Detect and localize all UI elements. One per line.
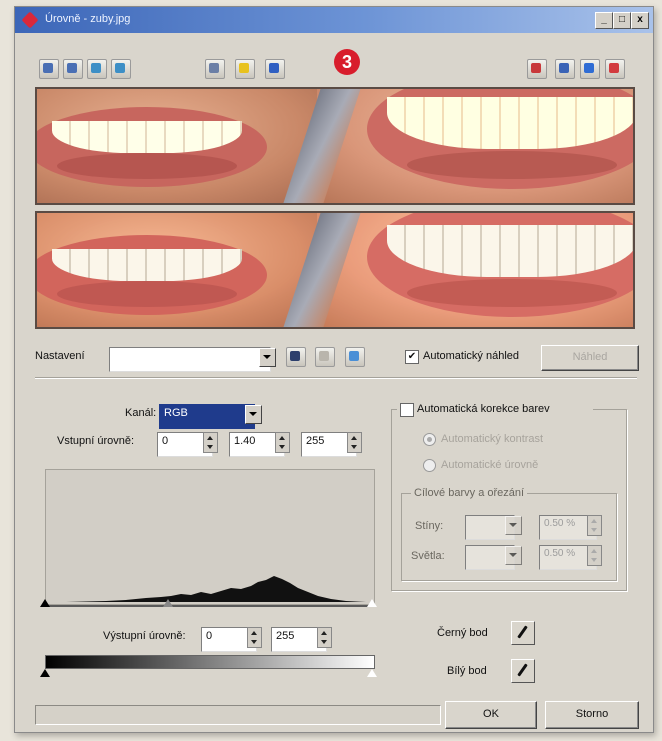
preview-corrected[interactable] xyxy=(35,211,635,329)
settings-dropdown-button[interactable] xyxy=(259,348,276,367)
target-colors-label: Cílové barvy a ořezání xyxy=(411,487,528,499)
preview-button[interactable]: Náhled xyxy=(541,345,639,371)
input-black-handle[interactable] xyxy=(40,599,50,607)
maximize-button[interactable]: □ xyxy=(613,12,631,29)
channel-select[interactable]: RGB xyxy=(159,404,255,429)
output-black-handle[interactable] xyxy=(40,669,50,677)
app-icon xyxy=(21,11,39,29)
auto-levels-label: Automatické úrovně xyxy=(441,459,539,471)
highlights-color-dropdown xyxy=(505,546,522,565)
close-button[interactable]: x xyxy=(631,12,649,29)
shadows-spinner xyxy=(587,515,602,536)
channel-dropdown-button[interactable] xyxy=(245,405,262,424)
ok-button[interactable]: OK xyxy=(445,701,537,729)
info-icon[interactable] xyxy=(265,59,285,79)
settings-label: Nastavení xyxy=(35,350,85,362)
photo-corrected xyxy=(37,213,633,327)
zoom-in-icon[interactable] xyxy=(39,59,59,79)
output-levels-label: Výstupní úrovně: xyxy=(103,630,186,642)
title-bar[interactable]: Úrovně - zuby.jpg _ □ x xyxy=(15,7,653,33)
highlight-icon[interactable] xyxy=(235,59,255,79)
input-black-spinner[interactable] xyxy=(203,432,218,453)
histogram-graph xyxy=(66,576,366,602)
auto-preview-checkbox[interactable]: ✔ xyxy=(405,350,419,364)
step-badge: 3 xyxy=(334,49,360,75)
shadows-label: Stíny: xyxy=(415,520,444,532)
channel-label: Kanál: xyxy=(125,407,157,419)
save-settings-icon[interactable] xyxy=(286,347,306,367)
auto-correction-checkbox[interactable] xyxy=(400,403,414,417)
delete-settings-icon xyxy=(315,347,335,367)
output-white-spinner[interactable] xyxy=(317,627,332,648)
minimize-button[interactable]: _ xyxy=(595,12,613,29)
fit-window-icon[interactable] xyxy=(87,59,107,79)
undo-icon[interactable] xyxy=(345,347,365,367)
black-point-eyedropper-icon[interactable] xyxy=(511,621,535,645)
highlights-label: Světla: xyxy=(411,550,445,562)
view-side-by-side-icon[interactable] xyxy=(527,59,547,79)
cancel-button[interactable]: Storno xyxy=(545,701,639,729)
input-slider-track[interactable] xyxy=(45,605,375,607)
white-point-label: Bílý bod xyxy=(447,665,487,677)
window-title: Úrovně - zuby.jpg xyxy=(45,13,131,25)
status-bar xyxy=(35,705,441,725)
actual-size-icon[interactable] xyxy=(111,59,131,79)
shadows-color-dropdown xyxy=(505,516,522,535)
view-top-bottom-icon[interactable] xyxy=(555,59,575,79)
histogram xyxy=(45,469,375,605)
divider xyxy=(35,377,637,378)
input-gamma-handle[interactable] xyxy=(163,599,173,607)
split-compare-icon[interactable] xyxy=(205,59,225,79)
auto-levels-radio xyxy=(423,459,436,472)
input-gamma-spinner[interactable] xyxy=(275,432,290,453)
settings-combo[interactable] xyxy=(109,347,271,372)
zoom-out-icon[interactable] xyxy=(63,59,83,79)
input-white-spinner[interactable] xyxy=(347,432,362,453)
photo-original xyxy=(37,89,633,203)
view-single-blue-icon[interactable] xyxy=(580,59,600,79)
auto-correction-label: Automatická korekce barev xyxy=(417,403,550,415)
white-point-eyedropper-icon[interactable] xyxy=(511,659,535,683)
output-black-spinner[interactable] xyxy=(247,627,262,648)
input-levels-label: Vstupní úrovně: xyxy=(57,435,135,447)
view-single-red-icon[interactable] xyxy=(605,59,625,79)
auto-contrast-label: Automatický kontrast xyxy=(441,433,544,445)
preview-original[interactable] xyxy=(35,87,635,205)
highlights-spinner xyxy=(587,545,602,566)
auto-contrast-radio xyxy=(423,433,436,446)
output-white-handle[interactable] xyxy=(367,669,377,677)
output-gradient-bar xyxy=(45,655,375,669)
levels-dialog: Úrovně - zuby.jpg _ □ x 3 Nastavení ✔ Au… xyxy=(14,6,654,733)
black-point-label: Černý bod xyxy=(437,627,488,639)
auto-preview-label: Automatický náhled xyxy=(423,350,519,362)
input-white-handle[interactable] xyxy=(367,599,377,607)
